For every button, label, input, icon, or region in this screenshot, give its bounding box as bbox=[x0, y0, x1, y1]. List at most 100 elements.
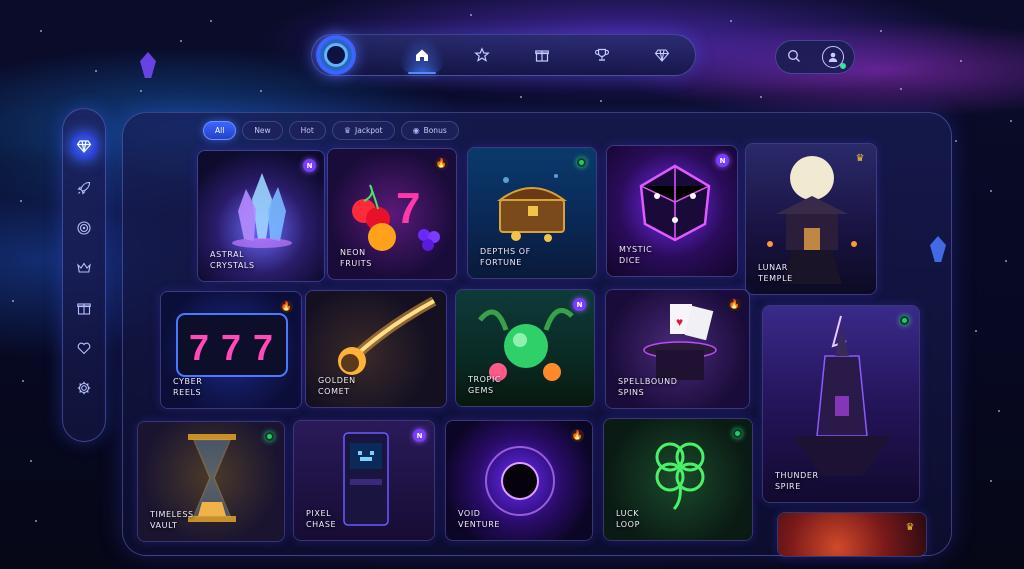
star bbox=[880, 30, 882, 32]
star-icon bbox=[474, 47, 490, 62]
nav-favorites[interactable] bbox=[460, 38, 504, 72]
nav-home[interactable] bbox=[400, 38, 444, 72]
art-shape bbox=[690, 193, 696, 199]
art-shape bbox=[654, 193, 660, 199]
game-card[interactable]: ♥ 🔥 SPELLBOUND SPINS bbox=[605, 289, 750, 409]
art-shape bbox=[232, 238, 292, 248]
live-badge bbox=[900, 316, 909, 325]
user-avatar[interactable] bbox=[821, 46, 846, 69]
art-shape: 7 bbox=[253, 327, 273, 368]
art-shape bbox=[368, 223, 396, 251]
art-shape bbox=[360, 457, 372, 461]
game-card[interactable]: 🔥 VOID VENTURE bbox=[445, 420, 593, 541]
filter-label: Hot bbox=[300, 126, 314, 135]
star bbox=[30, 460, 32, 462]
game-card[interactable]: N PIXEL CHASE bbox=[293, 420, 435, 541]
game-title: GOLDEN COMET bbox=[318, 376, 356, 396]
trophy-icon bbox=[595, 48, 609, 61]
art-shape bbox=[851, 241, 857, 247]
star bbox=[990, 480, 992, 482]
account-controls bbox=[775, 40, 855, 74]
art-shape bbox=[647, 306, 668, 311]
diamond-icon bbox=[654, 49, 670, 62]
star bbox=[22, 380, 24, 382]
game-card[interactable]: N MYSTIC DICE bbox=[606, 145, 738, 277]
game-card[interactable]: GOLDEN COMET bbox=[305, 290, 447, 408]
game-card[interactable]: LUCK LOOP bbox=[603, 418, 753, 541]
star bbox=[40, 30, 42, 32]
filter-label: New bbox=[254, 126, 271, 135]
art-shape bbox=[358, 451, 362, 455]
live-badge bbox=[733, 429, 742, 438]
star bbox=[95, 70, 97, 72]
game-card[interactable]: DEPTHS OF FORTUNE bbox=[467, 147, 597, 279]
art-shape bbox=[672, 217, 678, 223]
filter-all[interactable]: All bbox=[203, 121, 237, 140]
art-shape bbox=[188, 434, 236, 440]
nav-diamond[interactable] bbox=[640, 38, 684, 72]
game-card[interactable]: ♛ LUNAR TEMPLE bbox=[745, 143, 877, 295]
art-shape bbox=[543, 363, 561, 381]
nav-gifts[interactable] bbox=[520, 38, 564, 72]
gear-icon bbox=[77, 381, 91, 395]
game-card[interactable]: THUNDER SPIRE bbox=[762, 305, 920, 503]
art-shape bbox=[343, 432, 389, 526]
heart-icon bbox=[77, 342, 91, 355]
sidebar-item-target[interactable] bbox=[69, 213, 99, 243]
filter-hot[interactable]: Hot bbox=[288, 121, 326, 140]
game-card[interactable]: N TROPIC GEMS bbox=[455, 289, 595, 407]
filter-label: Jackpot bbox=[355, 126, 383, 135]
game-title: LUNAR TEMPLE bbox=[758, 263, 793, 283]
art-shape bbox=[513, 333, 527, 347]
star bbox=[260, 90, 262, 92]
game-card[interactable]: 7 🔥 NEON FRUITS bbox=[327, 148, 457, 280]
art-shape bbox=[496, 187, 568, 201]
art-shape bbox=[422, 239, 434, 251]
logo[interactable] bbox=[316, 35, 356, 75]
game-title: THUNDER SPIRE bbox=[775, 471, 819, 491]
user-icon bbox=[828, 52, 837, 62]
art-shape bbox=[232, 173, 292, 248]
star bbox=[900, 88, 902, 90]
sidebar-item-diamond[interactable] bbox=[69, 131, 99, 161]
game-card[interactable]: 7 7 7 🔥 CYBER REELS bbox=[160, 291, 302, 409]
filter-label: Bonus bbox=[423, 126, 447, 135]
sidebar-item-settings[interactable] bbox=[69, 373, 99, 403]
art-shape bbox=[496, 174, 568, 242]
search-button[interactable] bbox=[787, 48, 801, 67]
star bbox=[35, 520, 37, 522]
art-shape bbox=[268, 187, 286, 241]
hot-badge: 🔥 bbox=[280, 300, 293, 313]
filter-new[interactable]: New bbox=[242, 121, 283, 140]
sidebar-item-heart[interactable] bbox=[69, 333, 99, 363]
game-title: ASTRAL CRYSTALS bbox=[210, 250, 255, 270]
art-shape bbox=[804, 228, 820, 250]
art-shape bbox=[655, 442, 705, 511]
filter-bonus[interactable]: ◉ Bonus bbox=[400, 121, 459, 140]
art-shape bbox=[503, 177, 509, 183]
sidebar-item-gift[interactable] bbox=[69, 293, 99, 323]
game-title: TROPIC GEMS bbox=[468, 375, 502, 395]
art-shape bbox=[776, 196, 848, 214]
star bbox=[975, 330, 977, 332]
game-artwork bbox=[778, 513, 926, 556]
home-icon bbox=[416, 49, 428, 61]
sidebar-item-rocket[interactable] bbox=[69, 173, 99, 203]
game-card[interactable]: TIMELESS VAULT bbox=[137, 421, 285, 542]
nav-trophy[interactable] bbox=[580, 38, 624, 72]
sidebar-item-crown[interactable] bbox=[69, 253, 99, 283]
art-shape bbox=[504, 324, 548, 368]
filter-jackpot[interactable]: ♛ Jackpot bbox=[331, 121, 395, 140]
art-shape: 777 bbox=[176, 313, 288, 377]
game-card[interactable]: ♛ bbox=[777, 512, 927, 557]
art-shape bbox=[835, 396, 849, 416]
game-card[interactable]: N ASTRAL CRYSTALS bbox=[197, 150, 325, 282]
art-shape bbox=[350, 443, 382, 469]
star bbox=[960, 60, 962, 62]
art-shape: 7 bbox=[189, 327, 209, 368]
target-icon bbox=[77, 221, 91, 235]
star bbox=[998, 410, 1000, 412]
coin-icon: ◉ bbox=[412, 126, 420, 135]
star bbox=[990, 190, 992, 192]
game-title: MYSTIC DICE bbox=[619, 245, 653, 265]
